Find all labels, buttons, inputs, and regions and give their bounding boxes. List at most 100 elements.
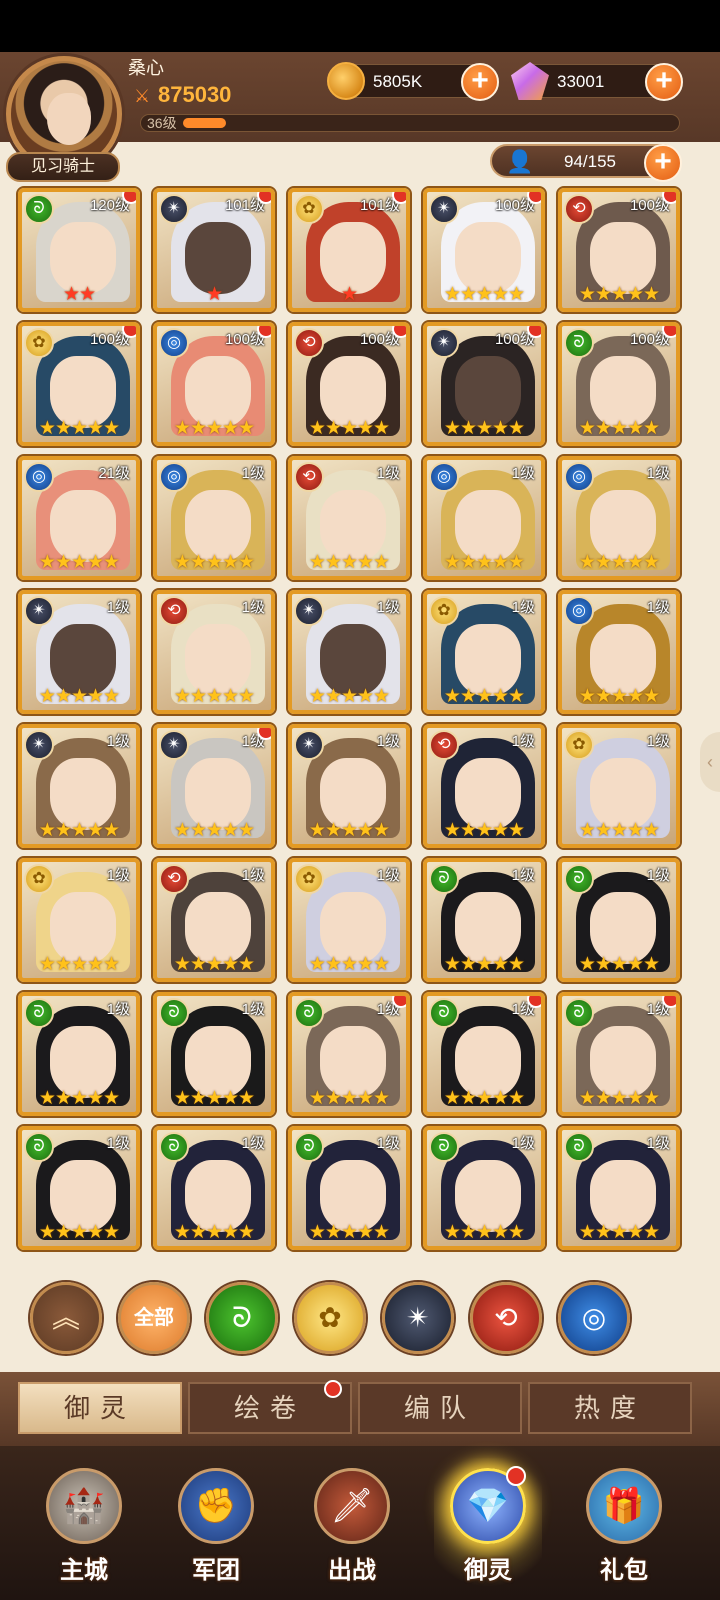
dark-faction-icon: ✴	[159, 730, 189, 760]
nav-label: 御灵	[464, 1557, 512, 1584]
tab-label: 御灵	[63, 1393, 136, 1423]
collapse-icon[interactable]: ︽	[30, 1282, 102, 1354]
fire-faction-icon: ⟲	[294, 328, 324, 358]
side-expand-arrow-icon[interactable]: ‹	[700, 732, 720, 792]
hero-card[interactable]: ◎ 100级 ★★★★★	[153, 322, 275, 446]
hero-card[interactable]: ✴ 1级 ★★★★★	[18, 590, 140, 714]
gold-currency: 5805K +	[327, 62, 499, 101]
hero-level: 1级	[376, 599, 400, 616]
hero-stars: ★★★★★	[38, 686, 120, 707]
hero-stars: ★★★★★	[443, 284, 525, 305]
notification-dot	[257, 192, 271, 204]
hero-card[interactable]: ᘐ 1级 ★★★★★	[558, 858, 680, 982]
nav-legion[interactable]: ✊ 军团	[156, 1458, 276, 1598]
hero-card[interactable]: ᘐ 1级 ★★★★★	[153, 1126, 275, 1250]
hero-card[interactable]: ᘐ 1级 ★★★★★	[558, 992, 680, 1116]
hero-level: 1级	[241, 1135, 265, 1152]
hero-stars: ★★★★★	[173, 1088, 255, 1109]
hero-card[interactable]: ✿ 1级 ★★★★★	[18, 858, 140, 982]
notification-dot	[527, 996, 541, 1008]
hero-card[interactable]: ✿ 1级 ★★★★★	[558, 724, 680, 848]
hero-level: 1级	[106, 1001, 130, 1018]
hero-card[interactable]: ◎ 1级 ★★★★★	[153, 456, 275, 580]
hero-card[interactable]: ✿ 101级 ★	[288, 188, 410, 312]
hero-card[interactable]: ᘐ 1级 ★★★★★	[18, 992, 140, 1116]
hero-card[interactable]: ✴ 100级 ★★★★★	[423, 188, 545, 312]
hero-card[interactable]: ◎ 21级 ★★★★★	[18, 456, 140, 580]
tab-biandui[interactable]: 编队	[358, 1382, 522, 1434]
hero-card[interactable]: ᘐ 100级 ★★★★★	[558, 322, 680, 446]
rose-faction-icon: ✿	[294, 864, 324, 894]
nav-gift-pack[interactable]: 🎁 礼包	[564, 1458, 684, 1598]
hero-card[interactable]: ⟲ 1级 ★★★★★	[153, 590, 275, 714]
hero-card[interactable]: ⟲ 1级 ★★★★★	[153, 858, 275, 982]
hero-stars: ★★★★★	[38, 820, 120, 841]
fist-shield-icon: ✊	[178, 1468, 254, 1544]
hero-card[interactable]: ✿ 1级 ★★★★★	[423, 590, 545, 714]
hero-card[interactable]: ✴ 1级 ★★★★★	[288, 590, 410, 714]
level-text: 36级	[147, 115, 177, 131]
hero-stars: ★★★★★	[308, 552, 390, 573]
hero-level: 1级	[106, 867, 130, 884]
hero-card[interactable]: ᘐ 1级 ★★★★★	[423, 858, 545, 982]
rose-faction-icon: ✿	[429, 596, 459, 626]
hero-card[interactable]: ᘐ 1级 ★★★★★	[423, 1126, 545, 1250]
wind-faction-icon: ᘐ	[429, 1132, 459, 1162]
hero-stars: ★★★★★	[308, 1088, 390, 1109]
hero-card[interactable]: ᘐ 1级 ★★★★★	[558, 1126, 680, 1250]
hero-card[interactable]: ✴ 1级 ★★★★★	[153, 724, 275, 848]
tab-yuling[interactable]: 御灵	[18, 1382, 182, 1434]
rose-faction-icon[interactable]: ✿	[294, 1282, 366, 1354]
dark-faction-icon[interactable]: ✴	[382, 1282, 454, 1354]
wind-faction-icon[interactable]: ᘐ	[206, 1282, 278, 1354]
player-name: 桑心	[128, 58, 164, 78]
hero-stars: ★★★★★	[38, 552, 120, 573]
hero-stars: ★★★★★	[173, 1222, 255, 1243]
hero-stars: ★★★★★	[38, 1088, 120, 1109]
hero-card[interactable]: ᘐ 1级 ★★★★★	[423, 992, 545, 1116]
nav-battle[interactable]: 🗡 出战	[292, 1458, 412, 1598]
power-value: 875030	[158, 82, 232, 107]
hero-level: 1级	[376, 1135, 400, 1152]
hero-card[interactable]: ⟲ 1级 ★★★★★	[423, 724, 545, 848]
shop-icon: 🎁	[586, 1468, 662, 1544]
hero-card[interactable]: ◎ 1级 ★★★★★	[423, 456, 545, 580]
tab-huijuan[interactable]: 绘卷	[188, 1380, 352, 1434]
expand-hero-slots-button[interactable]: +	[644, 144, 682, 182]
hero-card[interactable]: ⟲ 100级 ★★★★★	[288, 322, 410, 446]
add-gem-button[interactable]: +	[645, 63, 683, 101]
add-gold-button[interactable]: +	[461, 63, 499, 101]
hero-level: 1级	[511, 465, 535, 482]
nav-yuling[interactable]: 💎 御灵	[428, 1458, 548, 1598]
fire-faction-icon[interactable]: ⟲	[470, 1282, 542, 1354]
hero-stars: ★★★★★	[173, 954, 255, 975]
hero-card[interactable]: ⟲ 1级 ★★★★★	[288, 456, 410, 580]
hero-stars: ★★★★★	[578, 418, 660, 439]
rose-faction-icon: ✿	[564, 730, 594, 760]
hero-card[interactable]: ✿ 1级 ★★★★★	[288, 858, 410, 982]
hero-card[interactable]: ᘐ 1级 ★★★★★	[288, 992, 410, 1116]
hero-card[interactable]: ◎ 1级 ★★★★★	[558, 456, 680, 580]
hero-card[interactable]: ✴ 1级 ★★★★★	[288, 724, 410, 848]
hero-card[interactable]: ✴ 100级 ★★★★★	[423, 322, 545, 446]
hero-card[interactable]: ᘐ 1级 ★★★★★	[18, 1126, 140, 1250]
hero-card[interactable]: ⟲ 100级 ★★★★★	[558, 188, 680, 312]
hero-stars: ★★★★★	[578, 954, 660, 975]
hero-card[interactable]: ✿ 100级 ★★★★★	[18, 322, 140, 446]
person-icon: 👤	[506, 149, 534, 174]
hero-card[interactable]: ✴ 101级 ★	[153, 188, 275, 312]
nav-main-city[interactable]: 🏰 主城	[24, 1458, 144, 1598]
hero-card[interactable]: ᘐ 1级 ★★★★★	[153, 992, 275, 1116]
hero-card[interactable]: ◎ 1级 ★★★★★	[558, 590, 680, 714]
tab-redu[interactable]: 热度	[528, 1382, 692, 1434]
hero-card[interactable]: ✴ 1级 ★★★★★	[18, 724, 140, 848]
hero-level: 1级	[511, 1135, 535, 1152]
hero-card[interactable]: ᘐ 120级 ★★	[18, 188, 140, 312]
hero-stars: ★★★★★	[173, 552, 255, 573]
hero-card[interactable]: ᘐ 1级 ★★★★★	[288, 1126, 410, 1250]
water-faction-icon[interactable]: ◎	[558, 1282, 630, 1354]
hero-stars: ★★★★★	[443, 1088, 525, 1109]
hero-stars: ★★★★★	[173, 418, 255, 439]
hero-level: 1级	[646, 733, 670, 750]
filter-all-button[interactable]: 全部	[118, 1282, 190, 1354]
